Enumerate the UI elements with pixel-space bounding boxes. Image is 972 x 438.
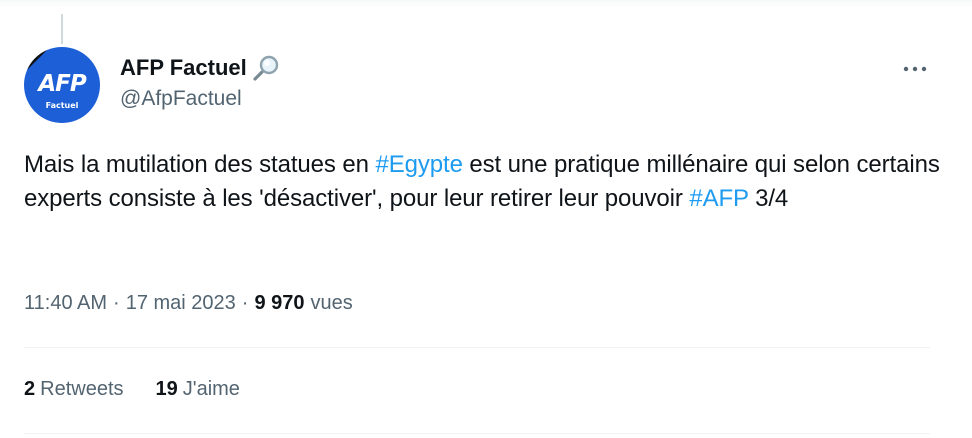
hashtag-link-egypte[interactable]: #Egypte <box>375 151 462 178</box>
retweets-stat-link[interactable]: 2 Retweets <box>24 378 124 401</box>
magnifying-glass-icon <box>251 53 281 83</box>
author-handle[interactable]: @AfpFactuel <box>120 87 242 111</box>
tweet-metadata: 11:40 AM · 17 mai 2023 · 9 970 vues <box>24 292 353 315</box>
likes-count: 19 <box>155 378 178 400</box>
author-name-row: AFP Factuel <box>120 53 281 83</box>
retweets-label: Retweets <box>40 378 124 400</box>
meta-separator: · <box>113 292 120 314</box>
more-dots-icon <box>903 66 927 72</box>
divider <box>24 433 930 434</box>
tweet-date[interactable]: 17 mai 2023 <box>126 292 236 315</box>
views-count: 9 970 <box>254 292 305 314</box>
avatar-subtitle-text: Factuel <box>45 101 79 110</box>
hashtag-link-afp[interactable]: #AFP <box>689 185 748 212</box>
views-label: vues <box>310 292 353 314</box>
engagement-stats: 2 Retweets 19 J'aime <box>24 378 272 401</box>
likes-stat-link[interactable]: 19 J'aime <box>156 378 240 401</box>
tweet-text: Mais la mutilation des statues en #Egypt… <box>24 148 944 216</box>
author-display-name[interactable]: AFP Factuel <box>120 55 247 81</box>
tweet-time[interactable]: 11:40 AM <box>24 292 107 315</box>
previous-tweet-edge <box>0 0 972 8</box>
avatar[interactable]: AFP Factuel <box>24 47 100 123</box>
tweet-text-segment: 3/4 <box>748 185 789 212</box>
tweet-text-segment: Mais la mutilation des statues en <box>24 151 376 178</box>
likes-label: J'aime <box>182 378 240 400</box>
retweets-count: 2 <box>24 378 36 400</box>
avatar-logo-text: AFP <box>38 71 86 97</box>
divider <box>24 347 930 348</box>
meta-separator: · <box>241 292 249 314</box>
more-options-button[interactable] <box>898 56 932 82</box>
thread-connector-line <box>61 14 63 44</box>
